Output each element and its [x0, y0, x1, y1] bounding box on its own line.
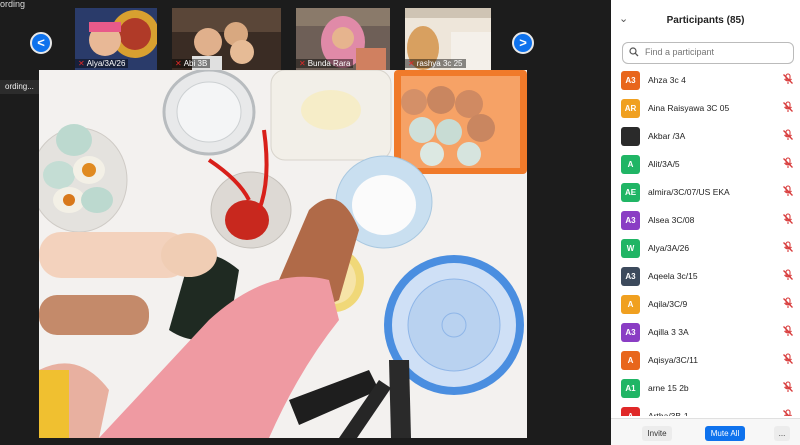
- muted-mic-icon[interactable]: [782, 241, 794, 256]
- participant-name: Artha/3B-1: [648, 411, 689, 416]
- muted-mic-icon: ✕: [78, 59, 85, 68]
- participant-search[interactable]: [622, 42, 794, 64]
- invite-button[interactable]: Invite: [642, 426, 672, 441]
- participant-thumbnail[interactable]: ✕ Bunda Rara: [296, 8, 390, 70]
- participant-name: Akbar /3A: [648, 131, 686, 141]
- avatar: A: [621, 155, 640, 174]
- muted-mic-icon[interactable]: [782, 269, 794, 284]
- participant-name: arne 15 2b: [648, 383, 689, 393]
- participant-row[interactable]: W Alya/3A/26: [611, 236, 800, 264]
- search-input[interactable]: [643, 46, 787, 58]
- main-video: [39, 70, 527, 438]
- avatar: A3: [621, 211, 640, 230]
- avatar: A: [621, 295, 640, 314]
- cooking-video-frame: [39, 70, 527, 438]
- participant-row[interactable]: A3 Aqilla 3 3A: [611, 320, 800, 348]
- more-button[interactable]: ...: [774, 426, 790, 441]
- participants-title: Participants (85): [666, 15, 745, 26]
- participant-thumbnail[interactable]: ✕ Abi 3B: [172, 8, 281, 70]
- participant-row[interactable]: Akbar /3A: [611, 124, 800, 152]
- participant-name: Alit/3A/5: [648, 159, 680, 169]
- participant-name: almira/3C/07/US EKA: [648, 187, 730, 197]
- participant-row[interactable]: A1 arne 15 2b: [611, 376, 800, 404]
- search-icon: [629, 47, 639, 60]
- muted-mic-icon[interactable]: [782, 381, 794, 396]
- muted-mic-icon[interactable]: [782, 157, 794, 172]
- participants-panel: ⌄ Participants (85) A3 Ahza 3c 4 AR Aina Ra…: [611, 0, 800, 445]
- muted-mic-icon[interactable]: [782, 101, 794, 116]
- participant-row[interactable]: A Aqila/3C/9: [611, 292, 800, 320]
- participant-row[interactable]: A3 Aqeela 3c/15: [611, 264, 800, 292]
- muted-mic-icon[interactable]: [782, 409, 794, 416]
- muted-mic-icon: ✕: [408, 59, 415, 68]
- participant-thumbnail[interactable]: ✕ Alya/3A/26: [75, 8, 157, 70]
- participant-row[interactable]: AR Aina Raisyawa 3C 05: [611, 96, 800, 124]
- participants-header: ⌄ Participants (85): [611, 0, 800, 40]
- participant-name: Aqilla 3 3A: [648, 327, 689, 337]
- muted-mic-icon[interactable]: [782, 185, 794, 200]
- avatar: A3: [621, 323, 640, 342]
- meeting-stage: ording < ✕ Alya/3A/26 ✕ Abi 3B ✕ Bunda R…: [0, 0, 611, 445]
- participant-row[interactable]: A Artha/3B-1: [611, 404, 800, 416]
- participant-list: A3 Ahza 3c 4 AR Aina Raisyawa 3C 05 Akbar /3…: [611, 68, 800, 416]
- recording-indicator: ording...: [0, 80, 39, 94]
- participant-row[interactable]: A3 Ahza 3c 4: [611, 68, 800, 96]
- participant-row[interactable]: A Alit/3A/5: [611, 152, 800, 180]
- participant-name: Aqila/3C/9: [648, 299, 688, 309]
- avatar: A3: [621, 267, 640, 286]
- participant-row[interactable]: A Aqisya/3C/11: [611, 348, 800, 376]
- mute-all-button[interactable]: Mute All: [705, 426, 745, 441]
- next-page-button[interactable]: >: [512, 32, 534, 54]
- thumbnail-name: ✕ rashya 3c 25: [405, 59, 466, 68]
- avatar: A1: [621, 379, 640, 398]
- thumbnail-strip: < ✕ Alya/3A/26 ✕ Abi 3B ✕ Bunda Rara ✕ r…: [0, 6, 611, 72]
- muted-mic-icon[interactable]: [782, 325, 794, 340]
- muted-mic-icon[interactable]: [782, 73, 794, 88]
- participant-name: Aina Raisyawa 3C 05: [648, 103, 730, 113]
- participant-thumbnail[interactable]: ✕ rashya 3c 25: [405, 8, 491, 70]
- participant-name: Alsea 3C/08: [648, 215, 695, 225]
- muted-mic-icon[interactable]: [782, 297, 794, 312]
- muted-mic-icon: ✕: [299, 59, 306, 68]
- participant-name: Ahza 3c 4: [648, 75, 686, 85]
- thumbnail-name: ✕ Bunda Rara: [296, 59, 354, 68]
- avatar: AE: [621, 183, 640, 202]
- avatar: A: [621, 351, 640, 370]
- muted-mic-icon: ✕: [175, 59, 182, 68]
- participant-name: Aqisya/3C/11: [648, 355, 698, 365]
- thumbnail-name: ✕ Abi 3B: [172, 59, 211, 68]
- prev-page-button[interactable]: <: [30, 32, 52, 54]
- avatar: A3: [621, 71, 640, 90]
- muted-mic-icon[interactable]: [782, 129, 794, 144]
- participant-row[interactable]: AE almira/3C/07/US EKA: [611, 180, 800, 208]
- participant-name: Aqeela 3c/15: [648, 271, 698, 281]
- participants-footer: Invite Mute All ...: [611, 418, 800, 445]
- muted-mic-icon[interactable]: [782, 213, 794, 228]
- muted-mic-icon[interactable]: [782, 353, 794, 368]
- participant-name: Alya/3A/26: [648, 243, 690, 253]
- participant-row[interactable]: A3 Alsea 3C/08: [611, 208, 800, 236]
- avatar: W: [621, 239, 640, 258]
- avatar: A: [621, 407, 640, 416]
- avatar: [621, 127, 640, 146]
- thumbnail-name: ✕ Alya/3A/26: [75, 59, 129, 68]
- avatar: AR: [621, 99, 640, 118]
